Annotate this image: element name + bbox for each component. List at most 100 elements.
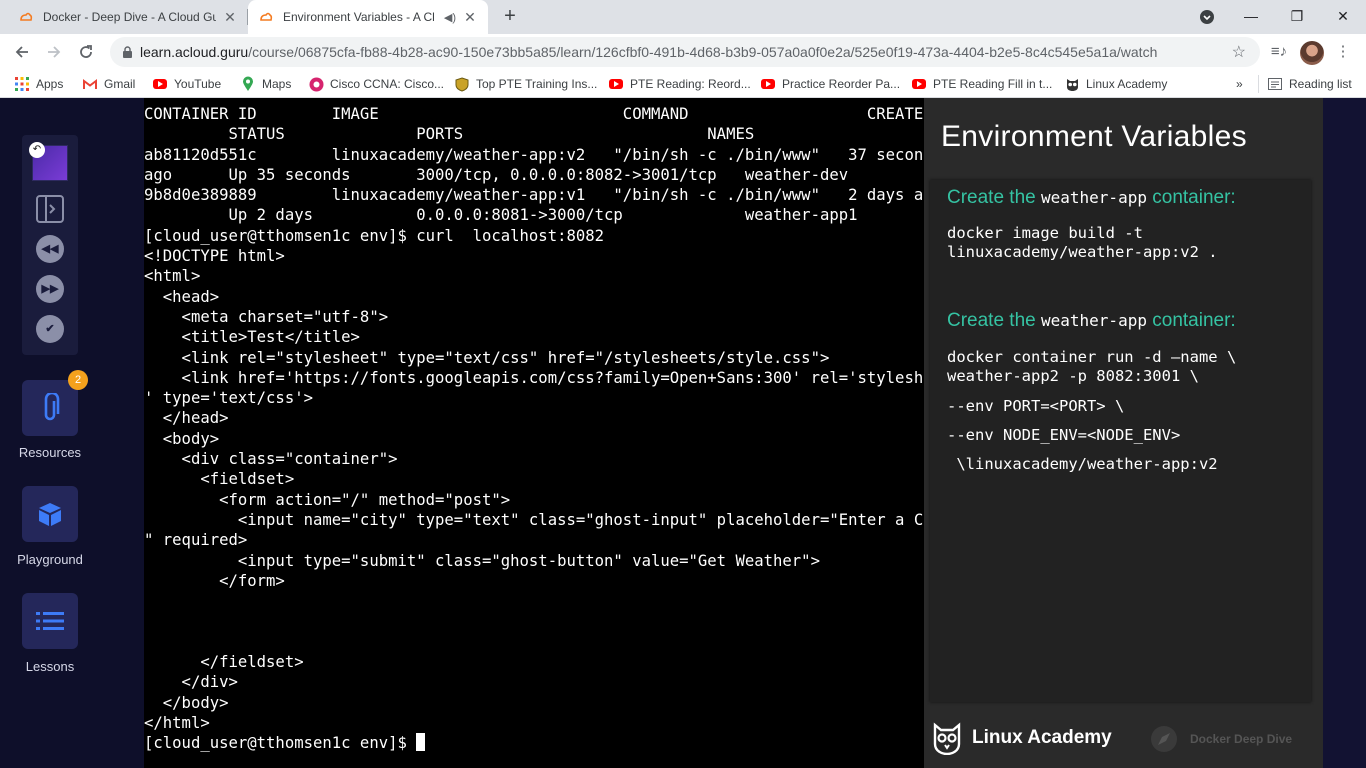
gmail-icon (82, 76, 98, 92)
terminal-line: 9b8d0e389889 linuxacademy/weather-app:v1… (144, 186, 924, 205)
bookmark-label: Gmail (104, 77, 136, 91)
slide-title: Environment Variables (941, 120, 1247, 153)
terminal-line: [cloud_user@tthomsen1c env]$ curl localh… (144, 226, 605, 245)
code-image-name: \linuxacademy/weather-app:v2 (947, 455, 1218, 473)
fast-forward-icon[interactable]: ▶▶ (36, 275, 64, 303)
bookmark-gmail[interactable]: Gmail (82, 75, 135, 93)
terminal-output: CONTAINER ID IMAGE COMMAND CREATED STATU… (144, 98, 924, 754)
bookmark-label: Linux Academy (1086, 77, 1168, 91)
reading-list-icon (1267, 76, 1283, 92)
linux-academy-brand: Linux Academy (932, 720, 1112, 756)
terminal-line: STATUS PORTS NAMES (228, 125, 755, 144)
back-arrow-icon[interactable]: ↶ (29, 142, 45, 158)
youtube-icon (152, 76, 168, 92)
course-name: Docker Deep Dive (1190, 732, 1293, 746)
terminal-line: </fieldset> (200, 653, 304, 672)
lock-icon[interactable] (122, 45, 134, 59)
playground-label: Playground (17, 552, 83, 567)
bookmark-label: PTE Reading: Reord... (630, 77, 751, 91)
profile-avatar[interactable] (1300, 41, 1324, 65)
bookmark-linux-academy[interactable]: Linux Academy (1064, 75, 1167, 93)
reading-list-label: Reading list (1289, 77, 1352, 91)
bookmark-label: Apps (36, 77, 64, 91)
back-button[interactable] (8, 38, 36, 66)
bookmark-label: PTE Reading Fill in t... (933, 77, 1053, 91)
terminal-line: <!DOCTYPE html> (144, 247, 285, 266)
bookmarks-overflow-button[interactable]: » (1236, 75, 1243, 93)
bookmark-practice-reorder[interactable]: Practice Reorder Pa... (760, 75, 900, 93)
bookmark-pte-reading[interactable]: PTE Reading: Reord... (608, 75, 751, 93)
bookmark-pte-fill[interactable]: PTE Reading Fill in t... (911, 75, 1052, 93)
playground-button[interactable] (22, 486, 78, 542)
lessons-button[interactable] (22, 593, 78, 649)
reading-list-button[interactable]: Reading list (1258, 75, 1352, 93)
terminal-line: </head> (162, 409, 229, 428)
bookmark-apps[interactable]: Apps (14, 75, 63, 93)
terminal-line: ago Up 35 seconds 3000/tcp, 0.0.0.0:8082… (144, 165, 849, 184)
tab-title: Environment Variables - A Cl (283, 10, 435, 24)
tab-docker-deep-dive[interactable]: Docker - Deep Dive - A Cloud Gu ✕ (8, 0, 248, 34)
owl-icon (933, 722, 961, 755)
terminal-line: </form> (219, 571, 285, 590)
audio-playing-icon[interactable]: ◀) (444, 11, 456, 24)
player-controls: ↶ ◀◀ ▶▶ ✔ (22, 135, 78, 355)
resources-button[interactable] (22, 380, 78, 436)
cube-icon (39, 503, 61, 526)
bookmark-youtube[interactable]: YouTube (152, 75, 221, 93)
toggle-sidebar-icon[interactable] (36, 195, 64, 223)
bookmark-label: Cisco CCNA: Cisco... (330, 77, 445, 91)
forward-button[interactable] (40, 38, 68, 66)
address-bar[interactable]: learn.acloud.guru/course/06875cfa-fb88-4… (110, 37, 1260, 67)
url-path: /course/06875cfa-fb88-4b28-ac90-150e73bb… (248, 44, 1158, 60)
terminal-line: <html> (144, 267, 201, 286)
close-tab-icon[interactable]: ✕ (462, 9, 478, 25)
mark-complete-icon[interactable]: ✔ (36, 315, 64, 343)
menu-icon[interactable]: ⋮ (1330, 39, 1356, 65)
close-tab-icon[interactable]: ✕ (222, 9, 238, 25)
code-env-node: --env NODE_ENV=<NODE_ENV> (947, 426, 1181, 444)
terminal-line: </html> (144, 713, 210, 732)
bookmark-cisco[interactable]: Cisco CCNA: Cisco... (308, 75, 444, 93)
bookmark-label: Top PTE Training Ins... (476, 77, 598, 91)
course-thumbnail[interactable]: ↶ (29, 142, 68, 181)
bookmark-label: Practice Reorder Pa... (782, 77, 901, 91)
resources-badge: 2 (68, 370, 88, 390)
compass-icon (1151, 726, 1177, 752)
minimize-button[interactable]: — (1228, 0, 1274, 34)
section-heading-build: Create the weather-app container: (947, 187, 1236, 208)
course-sidebar: ↶ ◀◀ ▶▶ ✔ 2 Resources Playground Lessons (0, 98, 144, 768)
terminal-line: <input name="city" type="text" class="gh… (237, 510, 924, 529)
bookmark-maps[interactable]: Maps (240, 75, 291, 93)
bookmark-pte-training[interactable]: Top PTE Training Ins... (454, 75, 597, 93)
close-window-button[interactable]: ✕ (1320, 0, 1366, 34)
terminal-line: <link rel="stylesheet" type="text/css" h… (181, 348, 830, 367)
section-heading-run: Create the weather-app container: (947, 310, 1236, 331)
browser-toolbar: learn.acloud.guru/course/06875cfa-fb88-4… (0, 34, 1366, 70)
terminal-line: </div> (181, 673, 238, 692)
tab-search-icon[interactable] (1184, 0, 1230, 34)
reload-button[interactable] (72, 38, 100, 66)
apps-grid-icon (14, 76, 30, 92)
terminal-line: <fieldset> (200, 470, 295, 489)
new-tab-button[interactable]: + (498, 5, 522, 29)
acloudguru-icon (18, 9, 34, 25)
terminal-cursor (416, 733, 426, 752)
code-env-port: --env PORT=<PORT> \ (947, 397, 1125, 415)
owl-icon (1064, 76, 1080, 92)
terminal-line: " required> (144, 531, 248, 550)
maps-icon (240, 76, 256, 92)
terminal-line: <title>Test</title> (181, 328, 360, 347)
rewind-icon[interactable]: ◀◀ (36, 235, 64, 263)
terminal-line: <form action="/" method="post"> (219, 490, 511, 509)
course-logo: Docker Deep Dive (1150, 725, 1292, 753)
terminal-line: <link href='https://fonts.googleapis.com… (181, 368, 924, 387)
terminal-line: </body> (162, 693, 229, 712)
media-control-icon[interactable]: ≡♪ (1266, 39, 1292, 65)
maximize-button[interactable]: ❐ (1274, 0, 1320, 34)
lessons-label: Lessons (25, 659, 75, 674)
tab-environment-variables[interactable]: Environment Variables - A Cl ◀) ✕ (248, 0, 488, 34)
terminal-line: ab81120d551c linuxacademy/weather-app:v2… (144, 145, 924, 164)
bookmark-star-icon[interactable]: ☆ (1232, 42, 1246, 62)
youtube-icon (760, 76, 776, 92)
acloudguru-icon (258, 9, 274, 25)
